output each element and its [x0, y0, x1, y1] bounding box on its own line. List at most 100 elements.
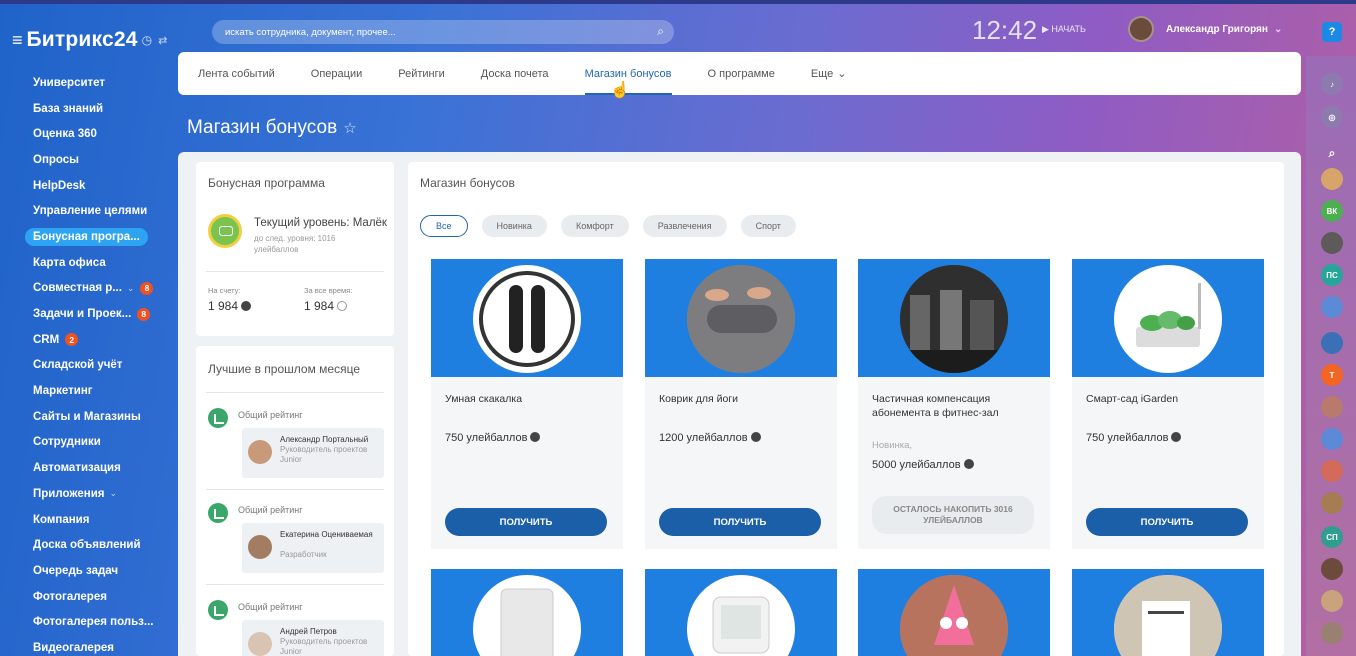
- sidebar-item[interactable]: Управление целями: [0, 198, 178, 224]
- avatar: [1128, 16, 1154, 42]
- sidebar-nav: Университет База знаний Оценка 360 Опрос…: [0, 70, 178, 656]
- product-card[interactable]: Смарт-сад iGarden 750 улейбаллов ПОЛУЧИТ…: [1072, 259, 1264, 549]
- coin-icon: [963, 459, 974, 469]
- sidebar-item[interactable]: Маркетинг: [0, 378, 178, 404]
- filter-entertainment[interactable]: Развлечения: [642, 215, 727, 237]
- filter-sport[interactable]: Спорт: [740, 215, 796, 237]
- start-workday-button[interactable]: ▶ НАЧАТЬ: [1042, 24, 1086, 35]
- get-button[interactable]: ПОЛУЧИТЬ: [659, 508, 821, 536]
- product-card[interactable]: [1072, 569, 1264, 656]
- bell-icon[interactable]: ♪: [1321, 73, 1343, 95]
- sidebar-item[interactable]: Приложения ⌄: [0, 481, 178, 507]
- contact-avatar[interactable]: [1321, 396, 1343, 418]
- help-icon[interactable]: ?: [1322, 22, 1342, 42]
- sidebar-item[interactable]: CRM 2: [0, 327, 178, 353]
- tab-more[interactable]: Еще ⌄: [811, 52, 847, 95]
- contact-avatar[interactable]: ВК: [1321, 200, 1343, 222]
- contact-avatar[interactable]: [1321, 460, 1343, 482]
- tab-feed[interactable]: Лента событий: [198, 52, 275, 95]
- bonus-program-card: Бонусная программа Текущий уровень: Малё…: [196, 162, 394, 336]
- brand-name: Битрикс24: [26, 28, 138, 51]
- sidebar-item[interactable]: Карта офиса: [0, 250, 178, 276]
- sidebar-item[interactable]: Автоматизация: [0, 455, 178, 481]
- sidebar-item[interactable]: Сайты и Магазины: [0, 404, 178, 430]
- tab-honor-board[interactable]: Доска почета: [481, 52, 549, 95]
- sidebar-item[interactable]: Совместная р... ⌄ 8: [0, 276, 178, 302]
- level-icon: [208, 214, 242, 248]
- pin-icon[interactable]: ⇄: [158, 34, 167, 47]
- tab-about[interactable]: О программе: [708, 52, 775, 95]
- product-card[interactable]: Коврик для йоги 1200 улейбаллов ПОЛУЧИТЬ: [645, 259, 837, 549]
- product-card[interactable]: Частичная компенсация абонемента в фитне…: [858, 259, 1050, 549]
- page-title: Магазин бонусов ☆: [187, 117, 357, 138]
- balance-label: На счету:: [208, 286, 241, 295]
- product-card[interactable]: Умная скакалка 750 улейбаллов ПОЛУЧИТЬ: [431, 259, 623, 549]
- sidebar-item[interactable]: Доска объявлений: [0, 532, 178, 558]
- product-image: [1072, 259, 1264, 377]
- shop-title: Магазин бонусов: [420, 176, 515, 190]
- sidebar-item[interactable]: Сотрудники: [0, 430, 178, 456]
- chevron-down-icon: ⌄: [109, 488, 118, 499]
- star-icon[interactable]: ☆: [343, 120, 356, 137]
- messenger-icon[interactable]: ◎: [1321, 106, 1343, 128]
- mug-image: [1114, 575, 1222, 656]
- contact-avatar[interactable]: [1321, 622, 1343, 644]
- filter-comfort[interactable]: Комфорт: [560, 215, 629, 237]
- sidebar-item[interactable]: Оценка 360: [0, 121, 178, 147]
- sidebar-item[interactable]: Фотогалерея польз...: [0, 609, 178, 635]
- logo[interactable]: ≡ Битрикс24 ◷ ⇄: [12, 28, 167, 52]
- sidebar-item[interactable]: Опросы: [0, 147, 178, 173]
- clock-icon: ◷: [141, 33, 153, 47]
- product-name: Коврик для йоги: [659, 393, 739, 405]
- sidebar-item[interactable]: Университет: [0, 70, 178, 96]
- person-card[interactable]: Екатерина Оцениваемая Разработчик: [242, 523, 384, 573]
- product-price: 1200 улейбаллов: [659, 432, 761, 444]
- sidebar-item[interactable]: Видеогалерея: [0, 635, 178, 656]
- contact-avatar[interactable]: [1321, 492, 1343, 514]
- sidebar-item[interactable]: HelpDesk: [0, 173, 178, 199]
- search-input[interactable]: искать сотрудника, документ, прочее... ⌕: [212, 20, 674, 44]
- sidebar-item[interactable]: Фотогалерея: [0, 584, 178, 610]
- product-card[interactable]: [645, 569, 837, 656]
- search-icon[interactable]: ⌕: [1321, 142, 1343, 164]
- filter-new[interactable]: Новинка: [481, 215, 547, 237]
- contact-avatar[interactable]: [1321, 296, 1343, 318]
- tab-operations[interactable]: Операции: [311, 52, 362, 95]
- get-button[interactable]: ПОЛУЧИТЬ: [1086, 508, 1248, 536]
- balance-value: 1 984: [208, 299, 252, 313]
- person-card[interactable]: Александр Портальный Руководитель проект…: [242, 428, 384, 478]
- sidebar-item[interactable]: Задачи и Проек... 8: [0, 301, 178, 327]
- contact-avatar[interactable]: [1321, 332, 1343, 354]
- smart-garden-image: [1114, 265, 1222, 373]
- total-label: За все время:: [304, 286, 353, 295]
- contact-avatar[interactable]: СП: [1321, 526, 1343, 548]
- rating-type: Общий рейтинг: [238, 602, 303, 612]
- contact-avatar[interactable]: ПС: [1321, 264, 1343, 286]
- user-menu[interactable]: Александр Григорян ⌄: [1128, 16, 1282, 42]
- sidebar-item[interactable]: Компания: [0, 507, 178, 533]
- divider: [206, 271, 384, 272]
- sidebar-item[interactable]: База знаний: [0, 96, 178, 122]
- contact-avatar[interactable]: [1321, 168, 1343, 190]
- contact-avatar[interactable]: [1321, 232, 1343, 254]
- bonus-shop-panel: Магазин бонусов Все Новинка Комфорт Разв…: [408, 162, 1284, 656]
- product-image: [858, 569, 1050, 656]
- get-button[interactable]: ПОЛУЧИТЬ: [445, 508, 607, 536]
- contact-avatar[interactable]: [1321, 590, 1343, 612]
- sidebar-item[interactable]: Складской учёт: [0, 353, 178, 379]
- menu-icon[interactable]: ≡: [12, 30, 23, 51]
- contact-avatar[interactable]: Т: [1321, 364, 1343, 386]
- person-position: Руководитель проектов Junior: [280, 445, 368, 464]
- product-card[interactable]: [431, 569, 623, 656]
- filter-all[interactable]: Все: [420, 215, 468, 237]
- person-card[interactable]: Андрей Петров Руководитель проектов Juni…: [242, 620, 384, 656]
- contact-avatar[interactable]: [1321, 428, 1343, 450]
- product-tag: Новинка,: [872, 440, 913, 451]
- product-card[interactable]: [858, 569, 1050, 656]
- tab-ratings[interactable]: Рейтинги: [398, 52, 445, 95]
- contact-avatar[interactable]: [1321, 558, 1343, 580]
- sidebar-item[interactable]: Очередь задач: [0, 558, 178, 584]
- sidebar-item-active[interactable]: Бонусная програ...: [0, 224, 178, 250]
- power-bank-image: [473, 575, 581, 656]
- search-icon[interactable]: ⌕: [657, 24, 664, 39]
